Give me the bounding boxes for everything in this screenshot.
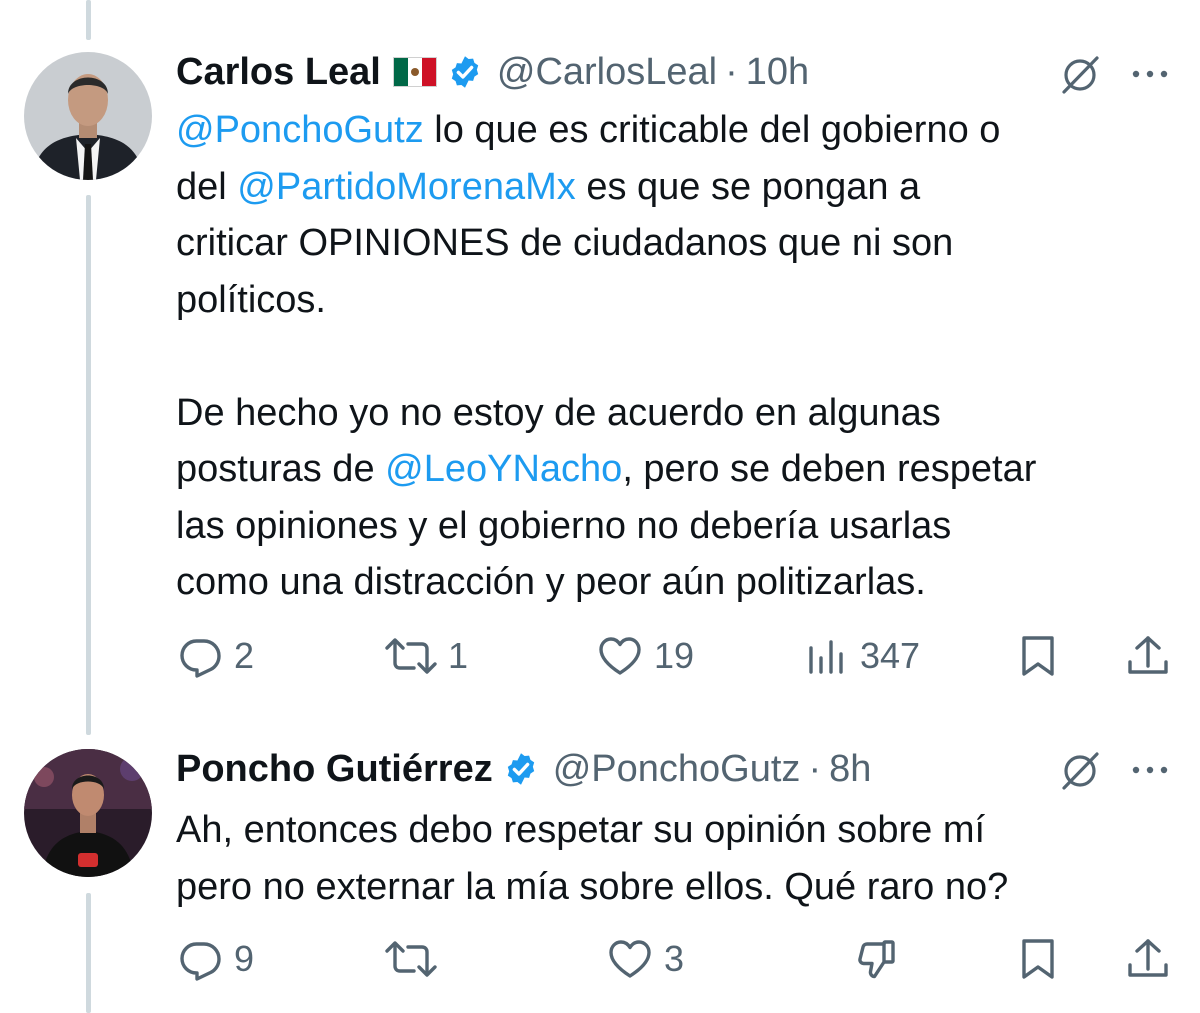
repost-button[interactable]: 1	[384, 632, 468, 680]
text-segment: es que se pongan a criticar OPINIONES de…	[176, 165, 954, 491]
verified-badge-icon[interactable]	[447, 54, 483, 90]
thread-line-bottom	[86, 893, 91, 1013]
author-handle[interactable]: @CarlosLeal	[497, 51, 717, 94]
more-icon[interactable]	[1128, 64, 1172, 84]
like-button[interactable]: 19	[596, 632, 694, 680]
bookmark-button[interactable]	[1014, 935, 1062, 983]
repost-count: 1	[448, 635, 469, 676]
repost-icon	[384, 935, 438, 983]
share-icon	[1124, 935, 1172, 983]
reply-count: 2	[234, 635, 255, 676]
mention-link[interactable]: @PartidoMorenaMx	[237, 166, 575, 208]
verified-badge-icon[interactable]	[503, 751, 539, 787]
timestamp[interactable]: 8h	[829, 748, 871, 791]
reply-count: 9	[234, 938, 255, 979]
like-count: 19	[654, 635, 695, 676]
timestamp[interactable]: 10h	[746, 51, 809, 94]
thread-line-middle	[86, 195, 91, 735]
thread-line-top	[86, 0, 91, 40]
reply-button[interactable]: 9	[176, 935, 254, 983]
grok-icon[interactable]	[1056, 746, 1104, 794]
avatar[interactable]	[24, 52, 152, 180]
avatar[interactable]	[24, 749, 152, 877]
views-icon	[806, 632, 850, 680]
bookmark-icon	[1014, 935, 1062, 983]
tweet-text: Ah, entonces debo respetar su opinión so…	[176, 809, 1009, 908]
separator-dot: ·	[808, 747, 822, 790]
like-button[interactable]: 3	[606, 935, 684, 983]
share-button[interactable]	[1124, 935, 1172, 983]
repost-icon	[384, 632, 438, 680]
views-button[interactable]: 347	[806, 632, 920, 680]
downvote-button[interactable]	[852, 935, 900, 983]
author-name[interactable]: Carlos Leal	[176, 51, 381, 94]
tweet-header: Poncho Gutiérrez @PonchoGutz · 8h	[176, 745, 871, 793]
heart-icon	[596, 632, 644, 680]
mention-link[interactable]: @LeoYNacho	[385, 448, 622, 490]
tweet-text: @PonchoGutz lo que es criticable del gob…	[176, 102, 1176, 611]
separator-dot: ·	[725, 50, 738, 93]
reply-button[interactable]: 2	[176, 632, 254, 680]
views-count: 347	[860, 635, 921, 676]
bookmark-icon	[1014, 632, 1062, 680]
downvote-icon	[852, 935, 900, 983]
reply-icon	[176, 632, 224, 680]
share-icon	[1124, 632, 1172, 680]
more-icon[interactable]	[1128, 760, 1172, 780]
mention-link[interactable]: @PonchoGutz	[176, 109, 424, 151]
bookmark-button[interactable]	[1014, 632, 1062, 680]
mexico-flag-icon	[392, 57, 437, 87]
repost-button[interactable]	[384, 935, 448, 983]
reply-icon	[176, 935, 224, 983]
grok-icon[interactable]	[1056, 50, 1104, 98]
like-count: 3	[664, 938, 685, 979]
tweet-header: Carlos Leal @CarlosLeal · 10h	[176, 48, 809, 96]
heart-icon	[606, 935, 654, 983]
author-name[interactable]: Poncho Gutiérrez	[176, 748, 493, 791]
share-button[interactable]	[1124, 632, 1172, 680]
author-handle[interactable]: @PonchoGutz	[553, 748, 801, 791]
